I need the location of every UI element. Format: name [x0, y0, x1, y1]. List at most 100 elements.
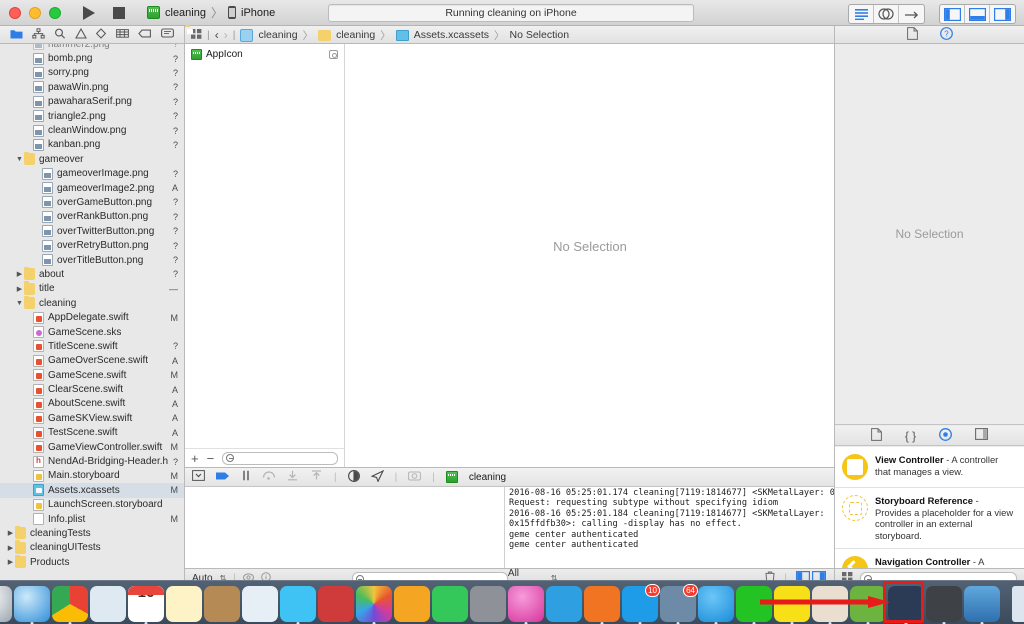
file-inspector-tab[interactable]	[906, 27, 918, 43]
navigator-row[interactable]: pawaharaSerif.png?	[0, 95, 184, 109]
asset-catalog-list[interactable]: AppIcon	[185, 44, 345, 448]
assistant-editor-button[interactable]	[874, 5, 899, 23]
breadcrumb-item-0[interactable]: cleaning	[258, 29, 297, 41]
dock-item-notes[interactable]	[166, 586, 202, 622]
dock-item-preview[interactable]	[90, 586, 126, 622]
navigator-row[interactable]: ▶ cleaningUITests	[0, 540, 184, 555]
debug-process-label[interactable]: cleaning	[469, 472, 506, 483]
step-into-icon[interactable]	[286, 470, 299, 484]
sidebar-item-debug-navigator[interactable]	[116, 28, 130, 42]
sidebar-item-project-navigator[interactable]	[10, 28, 23, 42]
quick-help-inspector-tab[interactable]: ?	[939, 27, 953, 43]
navigator-row[interactable]: LaunchScreen.storyboard	[0, 498, 184, 512]
project-file-list[interactable]: hammer2.png? bomb.png? sorry.png? pawaWin.p…	[0, 44, 184, 588]
code-snippet-library-tab[interactable]: { }	[905, 429, 916, 443]
sidebar-item-test-navigator[interactable]	[95, 28, 107, 42]
disclosure-closed-icon[interactable]: ▶	[15, 270, 24, 278]
navigator-row[interactable]: AppDelegate.swift M	[0, 310, 184, 324]
sidebar-item-symbol-navigator[interactable]	[54, 28, 66, 42]
navigator-row[interactable]: triangle2.png?	[0, 109, 184, 123]
editor-mode-segmented[interactable]	[848, 4, 925, 24]
navigator-row[interactable]: gameoverImage2.png A	[0, 181, 184, 195]
navigator-row[interactable]: gameoverImage.png?	[0, 167, 184, 181]
disclosure-closed-icon[interactable]: ▶	[6, 544, 15, 552]
version-editor-button[interactable]	[899, 5, 924, 23]
dock-item-unity[interactable]	[926, 586, 962, 624]
sidebar-item-report-navigator[interactable]	[160, 28, 174, 42]
capture-gpu-icon[interactable]	[408, 470, 422, 484]
scheme-selector[interactable]: cleaning 〉 iPhone	[147, 4, 275, 21]
navigator-row[interactable]: Main.storyboard M	[0, 469, 184, 483]
hide-debug-area-icon[interactable]	[192, 470, 205, 484]
dock-item-itunes[interactable]	[508, 586, 544, 624]
navigate-back-button[interactable]: ‹	[215, 28, 219, 42]
navigator-row[interactable]: Assets.xcassets M	[0, 483, 184, 498]
navigator-row[interactable]: ▶ title —	[0, 281, 184, 296]
dock-item-calendar[interactable]: 16	[128, 584, 164, 624]
media-library-tab[interactable]	[975, 428, 989, 443]
library-item[interactable]: View Controller - A controller that mana…	[835, 447, 1024, 488]
navigator-row[interactable]: TitleScene.swift?	[0, 339, 184, 353]
sidebar-item-source-control-navigator[interactable]	[32, 28, 45, 42]
disclosure-closed-icon[interactable]: ▶	[6, 529, 15, 537]
standard-editor-button[interactable]	[849, 5, 874, 23]
add-asset-button[interactable]: +	[191, 451, 199, 466]
navigator-row[interactable]: bomb.png?	[0, 51, 184, 65]
sidebar-item-breakpoint-navigator[interactable]	[138, 28, 152, 42]
navigator-row[interactable]: cleanWindow.png?	[0, 123, 184, 137]
navigator-row[interactable]: kanban.png?	[0, 138, 184, 152]
remove-asset-button[interactable]: −	[207, 451, 215, 466]
navigator-row[interactable]: GameSKView.swift A	[0, 411, 184, 425]
file-template-library-tab[interactable]	[870, 427, 882, 444]
navigator-row[interactable]: TestScene.swift A	[0, 426, 184, 440]
dock-item-sparrow-mail[interactable]: 64	[660, 584, 698, 624]
navigator-row[interactable]: GameScene.swift M	[0, 368, 184, 382]
step-over-icon[interactable]	[262, 470, 276, 484]
object-library-list[interactable]: View Controller - A controller that mana…	[835, 447, 1024, 568]
view-debug-icon[interactable]	[347, 469, 360, 485]
dock-item-safari[interactable]	[14, 586, 50, 624]
navigator-row[interactable]: overTitleButton.png?	[0, 253, 184, 267]
toggle-debug-area-button[interactable]	[965, 5, 990, 23]
dock-item-app-store[interactable]: 10	[622, 584, 660, 624]
breadcrumb-item-3[interactable]: No Selection	[510, 29, 570, 41]
close-window-button[interactable]	[9, 6, 21, 19]
breadcrumb-item-1[interactable]: cleaning	[336, 29, 375, 41]
navigator-row[interactable]: ▶ Products	[0, 554, 184, 569]
navigator-row[interactable]: overRankButton.png?	[0, 210, 184, 224]
minimize-window-button[interactable]	[29, 6, 41, 19]
disclosure-open-icon[interactable]: ▼	[15, 300, 24, 307]
navigate-forward-button[interactable]: ›	[224, 28, 228, 42]
navigator-row[interactable]: ▼ cleaning	[0, 295, 184, 310]
sidebar-item-issue-navigator[interactable]	[74, 27, 87, 42]
pause-icon[interactable]	[241, 470, 251, 484]
dock-item-twitter[interactable]	[698, 586, 734, 624]
disclosure-closed-icon[interactable]: ▶	[6, 558, 15, 566]
project-navigator-panel[interactable]: hammer2.png? bomb.png? sorry.png? pawaWin.p…	[0, 44, 185, 588]
navigator-row[interactable]: hammer2.png?	[0, 44, 184, 51]
step-out-icon[interactable]	[310, 470, 323, 484]
navigator-row[interactable]: ▶ cleaningTests	[0, 525, 184, 540]
navigator-row[interactable]: ▶ about?	[0, 266, 184, 281]
disclosure-closed-icon[interactable]: ▶	[15, 285, 24, 293]
dock-item-contacts[interactable]	[204, 586, 240, 622]
navigator-row[interactable]: NendAd-Bridging-Header.h?	[0, 454, 184, 468]
dock-item-xcode[interactable]	[964, 586, 1000, 624]
dock-item-messages[interactable]	[280, 586, 316, 624]
navigator-row[interactable]: overTwitterButton.png?	[0, 224, 184, 238]
dock-item-keynote[interactable]	[546, 586, 582, 622]
dock-item-system-preferences[interactable]	[470, 586, 506, 622]
dock-item-photo-booth[interactable]	[318, 586, 354, 622]
dock-item-photos[interactable]	[356, 586, 392, 624]
dock-item-mail-stationery[interactable]	[242, 586, 278, 622]
navigator-row[interactable]: Info.plist M	[0, 512, 184, 526]
toggle-navigator-button[interactable]	[940, 5, 965, 23]
dock-item-numbers[interactable]	[432, 586, 468, 622]
navigator-row[interactable]: overRetryButton.png?	[0, 238, 184, 252]
navigator-row[interactable]: AboutScene.swift A	[0, 397, 184, 411]
maximize-window-button[interactable]	[49, 6, 61, 19]
navigator-row[interactable]: sorry.png?	[0, 66, 184, 80]
breadcrumb-item-2[interactable]: Assets.xcassets	[414, 29, 489, 41]
library-item[interactable]: Navigation Controller - A controller tha…	[835, 549, 1024, 568]
navigator-row[interactable]: GameViewController.swift M	[0, 440, 184, 454]
